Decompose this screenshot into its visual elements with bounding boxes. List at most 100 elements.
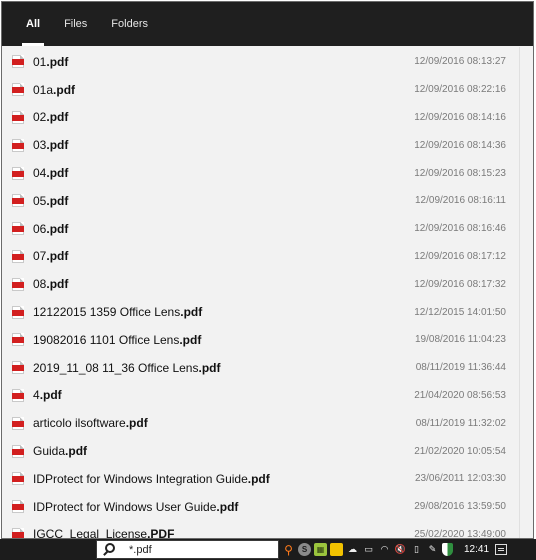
results-list: 01.pdf 12/09/2016 08:13:27 01a.pdf 12/09/20… <box>2 47 521 538</box>
file-name-match: .pdf <box>198 360 221 375</box>
file-date: 12/09/2016 08:22:16 <box>414 84 506 96</box>
file-name: 07.pdf <box>33 249 414 263</box>
list-item[interactable]: 2019_11_08 11_36 Office Lens.pdf 08/11/20… <box>2 354 521 382</box>
file-name-base: articolo ilsoftware <box>33 416 126 431</box>
file-name-match: .PDF <box>147 527 175 538</box>
list-item[interactable]: IDProtect for Windows Integration Guide.… <box>2 465 521 493</box>
file-date: 12/09/2016 08:14:16 <box>414 111 506 123</box>
list-item[interactable]: IDProtect for Windows User Guide.pdf 29/0… <box>2 493 521 521</box>
file-name: articolo ilsoftware.pdf <box>33 416 416 430</box>
pdf-file-icon <box>12 110 24 124</box>
pdf-file-icon <box>12 138 24 152</box>
file-date: 08/11/2019 11:36:44 <box>415 362 506 374</box>
file-name-match: .pdf <box>46 138 69 153</box>
list-item[interactable]: 03.pdf 12/09/2016 08:14:36 <box>2 131 521 159</box>
taskbar-clock[interactable]: 12:41 <box>464 544 489 555</box>
green-app-icon[interactable]: ▦ <box>314 543 327 556</box>
file-date: 12/09/2016 08:17:32 <box>414 278 506 290</box>
list-item[interactable]: 01.pdf 12/09/2016 08:13:27 <box>2 48 521 76</box>
search-results-window: All Files Folders 01.pdf 12/09/2016 08:13… <box>1 1 534 539</box>
pdf-file-icon <box>12 83 24 97</box>
file-name-base: 06 <box>33 221 47 236</box>
file-name-match: .pdf <box>46 110 69 125</box>
file-name: IDProtect for Windows Integration Guide.… <box>33 472 415 486</box>
battery-icon[interactable]: ▭ <box>362 543 375 556</box>
file-date: 23/06/2011 12:03:30 <box>414 473 506 485</box>
yellow-app-icon[interactable] <box>330 543 343 556</box>
file-name-match: .pdf <box>46 193 69 208</box>
file-date: 12/09/2016 08:13:27 <box>414 56 506 68</box>
file-name: 02.pdf <box>33 110 414 124</box>
list-item[interactable]: 07.pdf 12/09/2016 08:17:12 <box>2 243 521 271</box>
list-item[interactable]: IGCC_Legal_License.PDF 25/02/2020 13:49:0… <box>2 521 521 538</box>
file-name-base: 01 <box>33 54 47 69</box>
file-name-base: IDProtect for Windows User Guide <box>33 499 217 514</box>
file-date: 25/02/2020 13:49:00 <box>414 528 506 538</box>
onedrive-icon[interactable]: ☁ <box>346 543 359 556</box>
file-name: 01.pdf <box>33 55 414 69</box>
file-date: 12/09/2016 08:15:23 <box>414 167 506 179</box>
file-name: IGCC_Legal_License.PDF <box>33 527 414 538</box>
file-date: 12/12/2015 14:01:50 <box>414 306 506 318</box>
pen-icon[interactable]: ✎ <box>426 543 439 556</box>
list-item[interactable]: Guida.pdf 21/02/2020 10:05:54 <box>2 437 521 465</box>
pdf-file-icon <box>12 333 24 347</box>
list-item[interactable]: 08.pdf 12/09/2016 08:17:32 <box>2 270 521 298</box>
tab-folders[interactable]: Folders <box>99 2 160 46</box>
file-name-match: .pdf <box>53 82 76 97</box>
file-name: 05.pdf <box>33 194 415 208</box>
security-shield-icon[interactable] <box>442 543 453 556</box>
results-scrollbar[interactable] <box>519 47 533 538</box>
tab-files[interactable]: Files <box>52 2 99 46</box>
file-name-base: 4 <box>33 388 40 403</box>
notification-center-icon[interactable] <box>495 544 508 555</box>
file-date: 21/04/2020 08:56:53 <box>414 389 506 401</box>
list-item[interactable]: 4.pdf 21/04/2020 08:56:53 <box>2 382 521 410</box>
file-name: Guida.pdf <box>33 444 414 458</box>
list-item[interactable]: 05.pdf 12/09/2016 08:16:11 <box>2 187 521 215</box>
pdf-file-icon <box>12 305 24 319</box>
file-name-base: 08 <box>33 277 47 292</box>
list-item[interactable]: 04.pdf 12/09/2016 08:15:23 <box>2 159 521 187</box>
list-item[interactable]: articolo ilsoftware.pdf 08/11/2019 11:32:… <box>2 409 521 437</box>
file-name-match: .pdf <box>46 54 69 69</box>
file-name-match: .pdf <box>180 305 203 320</box>
list-item[interactable]: 06.pdf 12/09/2016 08:16:46 <box>2 215 521 243</box>
file-name-base: IDProtect for Windows Integration Guide <box>33 471 248 486</box>
list-item[interactable]: 02.pdf 12/09/2016 08:14:16 <box>2 104 521 132</box>
list-item[interactable]: 12122015 1359 Office Lens.pdf 12/12/2015 … <box>2 298 521 326</box>
pdf-file-icon <box>12 527 24 538</box>
file-name: 04.pdf <box>33 166 414 180</box>
list-item[interactable]: 19082016 1101 Office Lens.pdf 19/08/2016 … <box>2 326 521 354</box>
file-date: 12/09/2016 08:16:46 <box>414 223 506 235</box>
volume-muted-icon[interactable]: 🔇 <box>394 543 407 556</box>
taskbar-search-box[interactable] <box>96 540 279 559</box>
file-name-match: .pdf <box>46 221 69 236</box>
file-name-base: 02 <box>33 110 47 125</box>
file-date: 19/08/2016 11:04:23 <box>414 334 506 346</box>
file-name-base: 01a <box>33 82 54 97</box>
file-name: 4.pdf <box>33 388 414 402</box>
file-name: 03.pdf <box>33 138 414 152</box>
filter-tab-bar: All Files Folders <box>2 2 533 46</box>
search-app-icon[interactable]: ⚲ <box>282 543 295 557</box>
search-input[interactable] <box>129 543 259 556</box>
taskbar: ⚲S▦ ☁▭◠🔇▯✎ 12:41 <box>0 539 536 560</box>
file-name-base: 04 <box>33 166 47 181</box>
search-icon <box>103 542 117 557</box>
file-name-match: .pdf <box>46 277 69 292</box>
wifi-icon[interactable]: ◠ <box>378 543 391 556</box>
file-name-match: .pdf <box>65 444 88 459</box>
pdf-file-icon <box>12 277 24 291</box>
pdf-file-icon <box>12 166 24 180</box>
tab-all[interactable]: All <box>14 2 52 46</box>
file-name-match: .pdf <box>247 471 270 486</box>
file-name: 06.pdf <box>33 222 414 236</box>
file-name: IDProtect for Windows User Guide.pdf <box>33 500 414 514</box>
pdf-file-icon <box>12 361 24 375</box>
skype-icon[interactable]: S <box>298 543 311 556</box>
phone-icon[interactable]: ▯ <box>410 543 423 556</box>
pdf-file-icon <box>12 194 24 208</box>
file-name-base: Guida <box>33 444 66 459</box>
list-item[interactable]: 01a.pdf 12/09/2016 08:22:16 <box>2 76 521 104</box>
